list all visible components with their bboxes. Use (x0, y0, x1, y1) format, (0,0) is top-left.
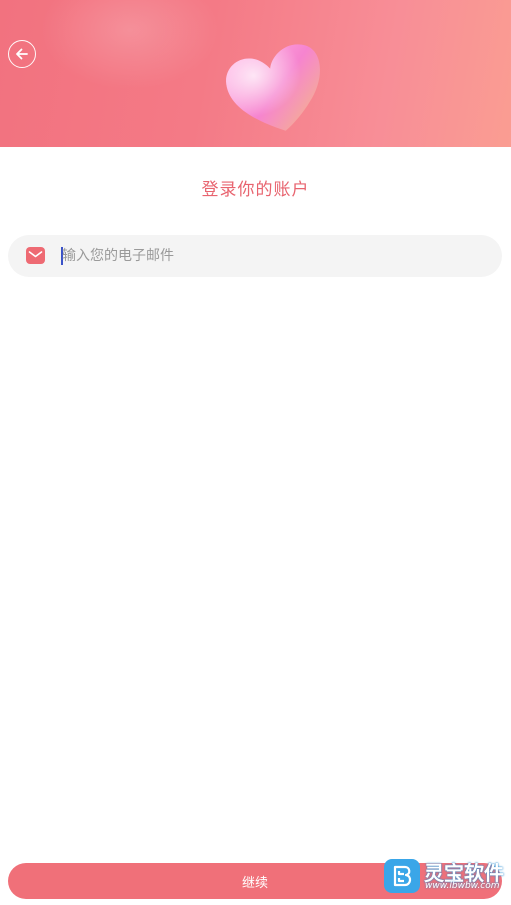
email-field[interactable] (8, 235, 502, 277)
watermark-url: www.lbwbw.com (425, 881, 500, 891)
arrow-left-icon (16, 48, 28, 60)
heart-icon (222, 42, 330, 140)
page-title: 登录你的账户 (201, 180, 310, 200)
watermark: 灵宝软件 www.lbwbw.com (384, 857, 506, 895)
banner-glow (40, 0, 220, 90)
email-input[interactable] (62, 235, 492, 277)
watermark-logo-icon (384, 859, 420, 893)
back-button[interactable] (8, 40, 36, 68)
mail-icon (26, 247, 45, 264)
header-banner (0, 0, 511, 147)
